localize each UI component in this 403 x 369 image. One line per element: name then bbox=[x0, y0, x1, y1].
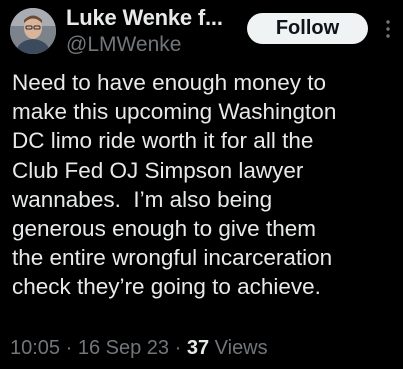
profile-photo-icon bbox=[10, 8, 56, 54]
avatar[interactable] bbox=[10, 8, 56, 54]
meta-separator: · bbox=[169, 337, 187, 359]
tweet-text-line: check they’re going to achieve. bbox=[12, 274, 321, 300]
tweet-text-line: the entire wrongful incarceration bbox=[12, 245, 333, 271]
views-label: Views bbox=[214, 337, 268, 359]
user-handle[interactable]: @LMWenke bbox=[66, 33, 181, 57]
follow-button[interactable]: Follow bbox=[247, 13, 368, 44]
tweet-date[interactable]: 16 Sep 23 bbox=[78, 337, 169, 359]
meta-separator: · bbox=[60, 337, 78, 359]
tweet-text-line: generous enough to give them bbox=[12, 216, 316, 242]
views-count[interactable]: 37 bbox=[187, 337, 209, 359]
display-name[interactable]: Luke Wenke f... bbox=[66, 5, 223, 31]
tweet-card: Luke Wenke f... @LMWenke Follow Need to … bbox=[0, 0, 403, 369]
tweet-time[interactable]: 10:05 bbox=[10, 337, 60, 359]
more-dots-icon[interactable] bbox=[381, 16, 395, 42]
tweet-text-line: make this upcoming Washington bbox=[12, 99, 337, 125]
tweet-text-line: wannabes. I’m also being bbox=[12, 186, 273, 212]
tweet-text: Need to have enough money to make this u… bbox=[12, 68, 403, 302]
tweet-text-line: DC limo ride worth it for all the bbox=[12, 128, 314, 154]
tweet-meta: 10:05 · 16 Sep 23 · 37 Views bbox=[10, 337, 268, 360]
tweet-text-line: Need to have enough money to bbox=[12, 70, 326, 95]
tweet-text-line: Club Fed OJ Simpson lawyer bbox=[12, 157, 304, 183]
